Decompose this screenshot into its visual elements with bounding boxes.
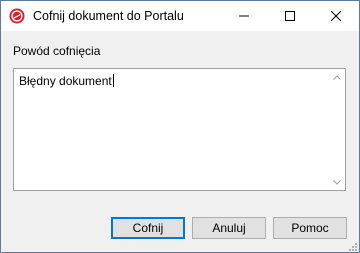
dialog-window: Cofnij dokument do Portalu Powód cofnięc… xyxy=(0,0,360,253)
title-bar[interactable]: Cofnij dokument do Portalu xyxy=(1,1,359,31)
reason-textarea[interactable]: Błędny dokument xyxy=(13,68,346,191)
dialog-content: Powód cofnięcia Błędny dokument xyxy=(1,31,359,201)
help-button[interactable]: Pomoc xyxy=(273,217,347,239)
maximize-button[interactable] xyxy=(267,1,313,31)
reason-text: Błędny dokument xyxy=(19,74,112,88)
cofnij-button[interactable]: Cofnij xyxy=(111,217,185,239)
scroll-up-arrow-icon[interactable] xyxy=(331,71,343,83)
minimize-button[interactable] xyxy=(221,1,267,31)
maximize-icon xyxy=(285,11,295,21)
reason-label: Powód cofnięcia xyxy=(13,44,101,58)
text-caret xyxy=(112,74,114,87)
close-button[interactable] xyxy=(313,1,359,31)
cancel-button[interactable]: Anuluj xyxy=(192,217,266,239)
button-bar: Cofnij Anuluj Pomoc xyxy=(1,201,359,252)
close-icon xyxy=(331,11,341,21)
scroll-down-arrow-icon[interactable] xyxy=(331,176,343,188)
minimize-icon xyxy=(239,15,249,17)
resize-grip-icon[interactable] xyxy=(347,240,357,251)
window-title: Cofnij dokument do Portalu xyxy=(33,9,184,23)
app-logo-icon xyxy=(9,8,25,24)
